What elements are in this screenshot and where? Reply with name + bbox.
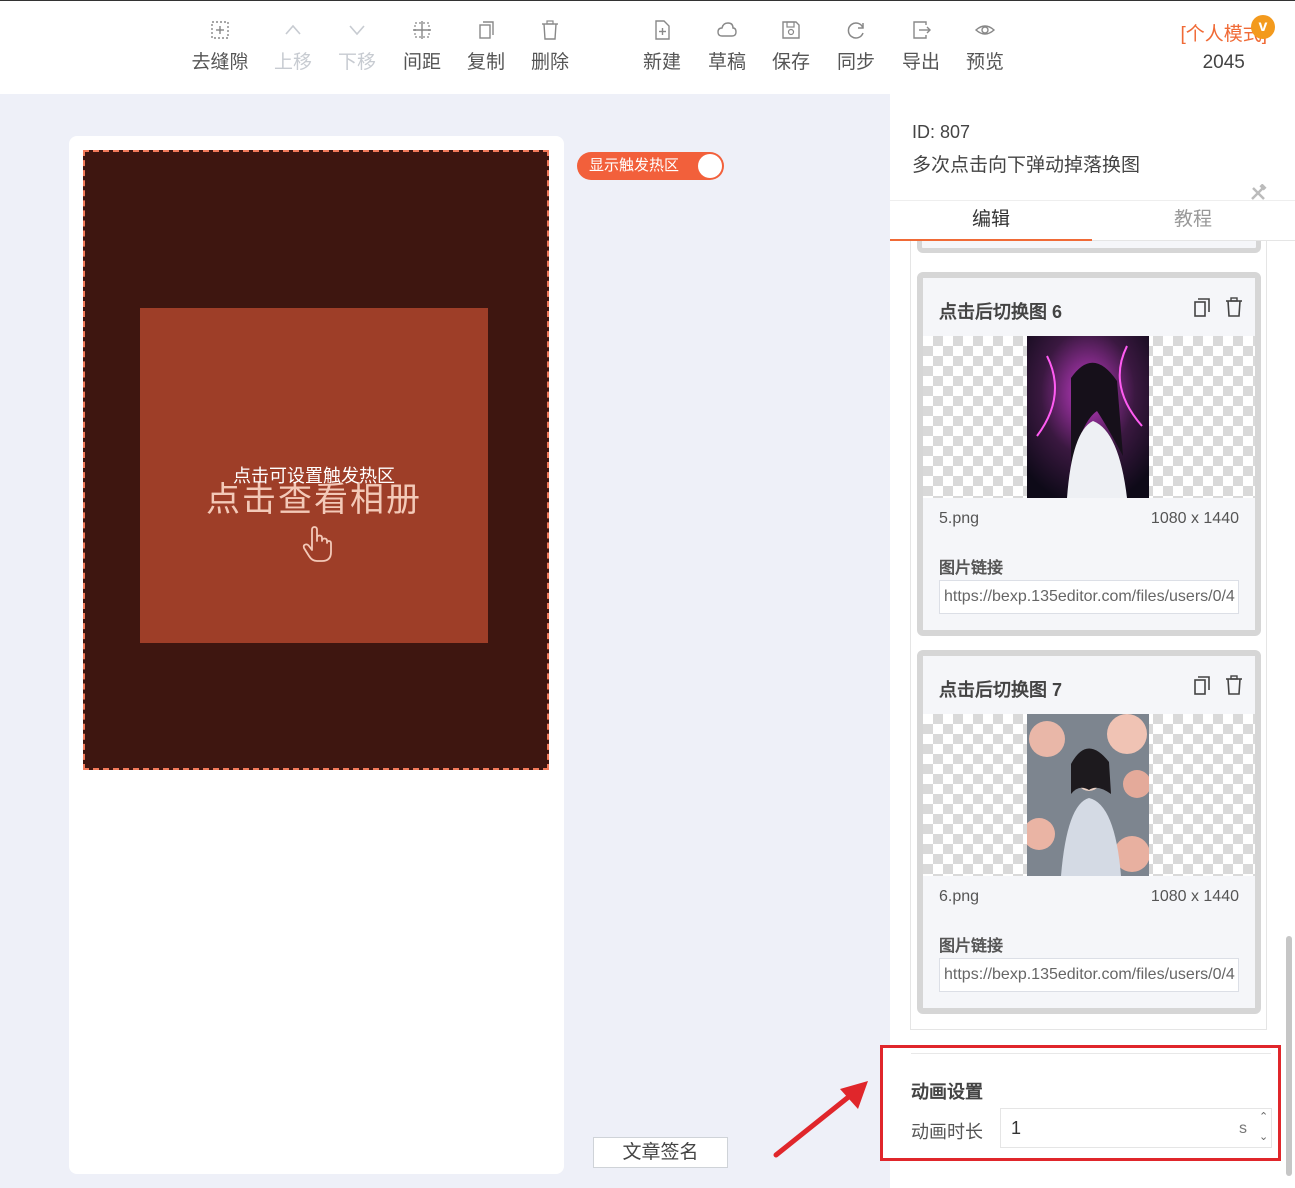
item-title: 点击后切换图 7: [939, 680, 1063, 700]
preview-button[interactable]: 预览: [953, 19, 1017, 74]
image-preview[interactable]: [923, 714, 1255, 876]
duration-input[interactable]: 1: [1000, 1108, 1272, 1148]
file-name: 6.png: [939, 888, 980, 905]
file-size: 1080 x 1440: [1150, 510, 1239, 527]
trash-icon: [539, 19, 561, 41]
item-title: 点击后切换图 6: [939, 302, 1063, 322]
settings-panel: ID: 807 多次点击向下弹动掉落换图 编辑 教程 点击后切换图 6 5.pn…: [890, 94, 1295, 1188]
save-icon: [780, 19, 802, 41]
animation-settings: 动画设置 动画时长 1 s ⌃ ⌄: [880, 1045, 1281, 1161]
export-button[interactable]: 导出: [889, 19, 953, 74]
copy-icon: [475, 19, 497, 41]
spacing-icon: [411, 19, 433, 41]
new-button[interactable]: 新建: [630, 19, 694, 74]
toggle-knob: [698, 154, 722, 178]
file-name: 5.png: [939, 510, 980, 527]
move-up-button[interactable]: 上移: [261, 19, 325, 74]
tab-edit[interactable]: 编辑: [890, 201, 1092, 241]
draft-label: 草稿: [707, 52, 746, 73]
photo-thumbnail: [1027, 336, 1149, 498]
image-link-input[interactable]: https://bexp.135editor.com/files/users/0…: [939, 580, 1239, 614]
sync-button[interactable]: 同步: [824, 19, 888, 74]
save-label: 保存: [771, 52, 810, 73]
image-link-label: 图片链接: [939, 938, 1004, 955]
export-icon: [910, 19, 932, 41]
spacing-label: 间距: [402, 52, 441, 73]
copy-icon[interactable]: [1191, 296, 1213, 318]
trash-icon[interactable]: [1223, 674, 1245, 696]
pointer-hand-icon: [302, 526, 332, 562]
list-item: 点击后切换图 7 6.png 1080 x 1440 图片链接 https://…: [917, 650, 1261, 1014]
file-size: 1080 x 1440: [1150, 888, 1239, 905]
animation-settings-title: 动画设置: [911, 1082, 983, 1102]
toolbar: 去缝隙 上移 下移 间距 复制 删除 新建 草稿 保存 同步 导出 预览 [个人…: [0, 0, 1295, 94]
article-preview: 点击查看相册 点击可设置触发热区: [69, 136, 564, 1174]
move-up-label: 上移: [273, 52, 312, 73]
editor-canvas: 点击查看相册 点击可设置触发热区 显示触发热区 文章签名: [0, 94, 890, 1188]
show-hotzone-toggle[interactable]: 显示触发热区: [577, 152, 724, 180]
trigger-hotzone[interactable]: 点击查看相册 点击可设置触发热区: [83, 150, 549, 770]
album-card[interactable]: 点击查看相册 点击可设置触发热区: [140, 308, 488, 643]
sync-icon: [845, 19, 867, 41]
chevron-down-icon: [346, 19, 368, 41]
spacing-button[interactable]: 间距: [390, 19, 454, 74]
sync-label: 同步: [836, 52, 875, 73]
image-link-input[interactable]: https://bexp.135editor.com/files/users/0…: [939, 958, 1239, 992]
draft-button[interactable]: 草稿: [695, 19, 759, 74]
duration-label: 动画时长: [911, 1122, 983, 1142]
move-down-button[interactable]: 下移: [325, 19, 389, 74]
image-list: 点击后切换图 6 5.png 1080 x 1440 图片链接 https://…: [910, 241, 1267, 1030]
panel-tabs: 编辑 教程: [890, 200, 1295, 241]
decrement-icon[interactable]: ⌄: [1259, 1130, 1268, 1143]
annotation-arrow-icon: [773, 1081, 868, 1158]
copy-label: 复制: [466, 52, 505, 73]
export-label: 导出: [901, 52, 940, 73]
list-item: 点击后切换图 6 5.png 1080 x 1440 图片链接 https://…: [917, 272, 1261, 636]
copy-icon[interactable]: [1191, 674, 1213, 696]
gap-remove-label: 去缝隙: [191, 52, 249, 73]
vip-badge-icon: v: [1251, 15, 1275, 39]
new-file-icon: [651, 19, 673, 41]
save-button[interactable]: 保存: [759, 19, 823, 74]
photo-thumbnail: [1027, 714, 1149, 876]
copy-button[interactable]: 复制: [454, 19, 518, 74]
increment-icon[interactable]: ⌃: [1259, 1110, 1268, 1123]
eye-icon: [974, 19, 996, 41]
hotzone-caption: 点击可设置触发热区: [233, 466, 395, 486]
image-preview[interactable]: [923, 336, 1255, 498]
user-mode[interactable]: [个人模式] v 2045: [1180, 15, 1275, 74]
mode-count: 2045: [1202, 52, 1245, 73]
panel-scrollbar[interactable]: [1286, 936, 1292, 1176]
gap-remove-button[interactable]: 去缝隙: [188, 19, 252, 74]
component-id: ID: 807: [912, 122, 971, 142]
list-item: [917, 241, 1261, 253]
delete-label: 删除: [530, 52, 569, 73]
preview-label: 预览: [965, 52, 1004, 73]
cloud-icon: [716, 19, 738, 41]
divider: [911, 1053, 1271, 1054]
trash-icon[interactable]: [1223, 296, 1245, 318]
chevron-up-icon: [282, 19, 304, 41]
tab-tutorial[interactable]: 教程: [1092, 201, 1294, 241]
delete-button[interactable]: 删除: [518, 19, 582, 74]
article-signature-button[interactable]: 文章签名: [593, 1137, 728, 1168]
duration-unit: s: [1239, 1120, 1247, 1137]
image-link-label: 图片链接: [939, 560, 1004, 577]
new-label: 新建: [642, 52, 681, 73]
toggle-label: 显示触发热区: [589, 157, 680, 174]
gap-remove-icon: [209, 19, 231, 41]
move-down-label: 下移: [337, 52, 376, 73]
component-title: 多次点击向下弹动掉落换图: [912, 155, 1141, 176]
